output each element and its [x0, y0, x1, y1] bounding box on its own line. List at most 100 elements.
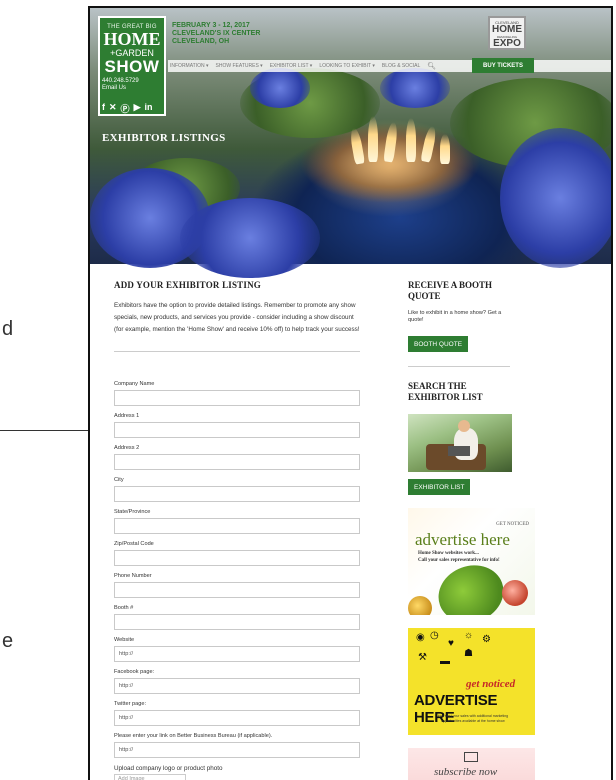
field-label: Address 2 [114, 445, 140, 451]
advertise-here-ad[interactable]: GET NOTICED advertise here Home Show web… [408, 508, 535, 615]
clock-icon: ◷ [430, 630, 439, 641]
ad-text: Home Show websites work... [418, 551, 479, 556]
hero-banner: THE GREAT BIG HOME +GARDEN SHOW 440.248.… [90, 8, 611, 278]
page-edge-line [0, 430, 90, 431]
nav-information[interactable]: INFORMATION ▾ [170, 63, 209, 69]
web-page: THE GREAT BIG HOME +GARDEN SHOW 440.248.… [88, 6, 613, 780]
quote-text: Like to exhibit in a home show? Get a qu… [408, 310, 502, 323]
exhibitor-list-button[interactable]: EXHIBITOR LIST [408, 479, 471, 495]
field-label: Address 1 [114, 413, 140, 419]
divider [114, 351, 360, 352]
add-image-button[interactable]: Add Image [114, 774, 186, 780]
field-label: Booth # [114, 605, 134, 611]
field-input[interactable] [114, 422, 360, 438]
show-logo[interactable]: THE GREAT BIG HOME +GARDEN SHOW [98, 16, 166, 116]
field-label: Website [114, 637, 135, 643]
listing-form-section: ADD YOUR EXHIBITOR LISTING Exhibitors ha… [114, 280, 360, 352]
form-field: Address 2 [114, 445, 360, 470]
advertise-here-ad-yellow[interactable]: ◉ ◷ ♥ ☼ ⚙ ⚒ ▬ ☗ get noticed ADVERTISE HE… [408, 628, 535, 735]
ad-tag: get noticed [466, 678, 516, 690]
nav-show-features[interactable]: SHOW FEATURES ▾ [216, 63, 263, 69]
field-input[interactable]: http:// [114, 710, 360, 726]
paint-roller-icon: ▬ [440, 656, 450, 667]
ad-subtext: kick start your sales with additional ma… [437, 714, 509, 723]
exhibitor-photo [408, 414, 512, 472]
buy-tickets-button[interactable]: BUY TICKETS [472, 58, 534, 73]
facebook-icon[interactable]: f [102, 102, 105, 115]
form-field: City [114, 477, 360, 502]
youtube-icon[interactable]: ▶ [134, 102, 141, 115]
field-label: Facebook page: [114, 669, 155, 675]
page-edge-char: e [2, 630, 14, 652]
contact-info: 440.248.5729 Email Us [102, 78, 162, 92]
email-us-link[interactable]: Email Us [102, 85, 162, 92]
nav-blog-social[interactable]: BLOG & SOCIAL [382, 63, 420, 69]
event-info: FEBRUARY 3 - 12, 2017 CLEVELAND'S IX CEN… [172, 22, 260, 46]
field-label: Company Name [114, 381, 155, 387]
phone-number[interactable]: 440.248.5729 [102, 78, 162, 85]
form-field: Company Name [114, 381, 360, 406]
field-input[interactable] [114, 550, 360, 566]
faucet-icon: ☗ [464, 648, 473, 659]
ad-headline: subscribe now [434, 766, 498, 778]
form-field: Website http:// [114, 637, 360, 662]
field-input[interactable]: http:// [114, 678, 360, 694]
field-input[interactable] [114, 614, 360, 630]
form-field: Twitter page: http:// [114, 701, 360, 726]
form-field: Facebook page: http:// [114, 669, 360, 694]
page-title: EXHIBITOR LISTINGS [102, 132, 226, 144]
logo-text: SHOW [104, 57, 160, 76]
sun-icon: ☼ [464, 630, 474, 641]
quote-heading: RECEIVE A BOOTH QUOTE [408, 280, 493, 301]
logo-text: HOME [103, 29, 161, 49]
field-input[interactable] [114, 582, 360, 598]
form-field: Address 1 [114, 413, 360, 438]
intro-text: Exhibitors have the option to provide de… [114, 302, 360, 333]
field-label: Twitter page: [114, 701, 147, 707]
location-pin-icon: ◉ [416, 632, 425, 643]
nav-looking-to-exhibit[interactable]: LOOKING TO EXHIBIT ▾ [319, 63, 375, 69]
expo-logo-text: HOME [492, 24, 522, 35]
search-heading: SEARCH THE EXHIBITOR LIST [408, 381, 483, 402]
field-input[interactable] [114, 454, 360, 470]
event-dates: FEBRUARY 3 - 12, 2017 [172, 22, 250, 29]
pinterest-icon[interactable]: Ⓟ [121, 102, 130, 115]
heart-icon: ♥ [448, 638, 454, 649]
upload-field: Upload company logo or product photo Add … [114, 765, 360, 780]
page-edge-char: d [2, 318, 14, 340]
nav-exhibitor-list[interactable]: EXHIBITOR LIST ▾ [270, 63, 313, 69]
form-field: Zip/Postal Code [114, 541, 360, 566]
form-field: Phone Number [114, 573, 360, 598]
booth-quote-button[interactable]: BOOTH QUOTE [408, 336, 469, 352]
form-field: Booth # [114, 605, 360, 630]
ad-text: Call your sales representative for info! [418, 558, 500, 563]
upload-label: Upload company logo or product photo [114, 765, 223, 772]
field-input[interactable]: http:// [114, 742, 360, 758]
ad-headline: advertise here [415, 530, 510, 549]
field-input[interactable] [114, 486, 360, 502]
social-links: f ✕ Ⓟ ▶ in [102, 102, 172, 115]
subscribe-ad[interactable]: subscribe now [408, 748, 535, 780]
divider [408, 366, 510, 367]
laptop-icon [464, 752, 478, 762]
event-venue: CLEVELAND'S IX CENTER [172, 30, 261, 37]
remodeling-expo-logo[interactable]: CLEVELAND HOME REMODELING EXPO [488, 16, 526, 50]
form-field: Please enter your link on Better Busines… [114, 733, 360, 758]
field-input[interactable] [114, 390, 360, 406]
sidebar: RECEIVE A BOOTH QUOTE Like to exhibit in… [408, 280, 538, 780]
gear-icon: ⚙ [482, 634, 491, 645]
form-field: State/Province [114, 509, 360, 534]
field-label: Phone Number [114, 573, 152, 579]
linkedin-icon[interactable]: in [144, 102, 152, 115]
twitter-icon[interactable]: ✕ [109, 102, 117, 115]
field-input[interactable]: http:// [114, 646, 360, 662]
field-label: Please enter your link on Better Busines… [114, 733, 273, 739]
field-input[interactable] [114, 518, 360, 534]
field-label: State/Province [114, 509, 151, 515]
event-city: CLEVELAND, OH [172, 38, 230, 45]
ad-tag: GET NOTICED [496, 522, 529, 527]
tools-icon: ⚒ [418, 652, 427, 663]
form-heading: ADD YOUR EXHIBITOR LISTING [114, 280, 261, 290]
main-nav: INFORMATION ▾ SHOW FEATURES ▾ EXHIBITOR … [168, 60, 611, 72]
search-icon[interactable]: 🔍︎ [427, 62, 436, 70]
